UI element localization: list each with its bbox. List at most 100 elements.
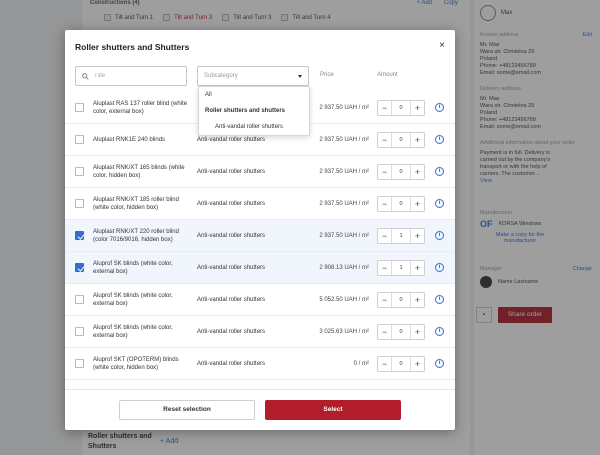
minus-icon[interactable]: − xyxy=(378,101,391,115)
product-row[interactable]: Aluplast RNK/XT 220 roller blind (color … xyxy=(65,220,455,252)
search-icon xyxy=(82,72,89,80)
title-search-field[interactable] xyxy=(75,66,187,86)
chevron-down-icon xyxy=(298,75,302,78)
info-icon[interactable]: i xyxy=(435,327,444,336)
quantity-stepper[interactable]: −0 + xyxy=(377,324,425,340)
plus-icon[interactable]: + xyxy=(411,101,424,115)
product-name: Aluprof SK blinds (white color, external… xyxy=(93,261,173,275)
product-name: Aluplast RNK/XT 185 roller blind (white … xyxy=(93,197,179,211)
dropdown-option[interactable]: Anti-vandal roller shutters xyxy=(199,119,309,135)
quantity-stepper[interactable]: −0 + xyxy=(377,356,425,372)
info-icon[interactable]: i xyxy=(435,103,444,112)
product-name: Aluprof SKT (OPOTERM) blinds (white colo… xyxy=(93,357,179,371)
product-price: 2 937.50 UAH / m² xyxy=(319,201,369,207)
quantity-stepper[interactable]: −0 + xyxy=(377,132,425,148)
product-list: Aluplast RAS 137 roller blind (white col… xyxy=(65,92,455,389)
quantity-stepper[interactable]: −0 + xyxy=(377,292,425,308)
quantity-value[interactable]: 0 xyxy=(391,357,411,371)
price-column-header: Price xyxy=(320,72,334,78)
quantity-value[interactable]: 0 xyxy=(391,293,411,307)
reset-selection-button[interactable]: Reset selection xyxy=(119,400,255,420)
plus-icon[interactable]: + xyxy=(411,165,424,179)
row-checkbox[interactable] xyxy=(75,231,84,240)
product-name: Aluplast RNK/XT 165 blinds (white color,… xyxy=(93,165,185,179)
product-price: 2 937.50 UAH / m² xyxy=(319,233,369,239)
quantity-value[interactable]: 0 xyxy=(391,165,411,179)
product-row[interactable]: Aluprof SK blinds (white color, external… xyxy=(65,284,455,316)
product-row[interactable]: Aluplast RNK/XT 185 roller blind (white … xyxy=(65,188,455,220)
row-checkbox[interactable] xyxy=(75,135,84,144)
product-row[interactable]: Aluprof SK blinds (white color, external… xyxy=(65,316,455,348)
product-row[interactable]: Aluprof SK blinds (white color, external… xyxy=(65,252,455,284)
info-icon[interactable]: i xyxy=(435,231,444,240)
product-price: 2 937.50 UAH / m² xyxy=(319,105,369,111)
minus-icon[interactable]: − xyxy=(378,133,391,147)
row-checkbox[interactable] xyxy=(75,359,84,368)
title-search-input[interactable] xyxy=(94,73,184,79)
minus-icon[interactable]: − xyxy=(378,261,391,275)
plus-icon[interactable]: + xyxy=(411,133,424,147)
product-price: 2 937.50 UAH / m² xyxy=(319,169,369,175)
product-name: Aluplast RNK1E 240 blinds xyxy=(93,137,166,143)
roller-shutters-modal: Roller shutters and Shutters × Subcatego… xyxy=(65,30,455,430)
product-name: Aluplast RNK/XT 220 roller blind (color … xyxy=(93,229,179,243)
minus-icon[interactable]: − xyxy=(378,325,391,339)
product-row[interactable]: Aluprof SKT (OPOTERM) blinds (white colo… xyxy=(65,348,455,380)
product-category: Anti-vandal roller shutters xyxy=(197,201,266,207)
minus-icon[interactable]: − xyxy=(378,165,391,179)
minus-icon[interactable]: − xyxy=(378,197,391,211)
quantity-stepper[interactable]: −1 + xyxy=(377,260,425,276)
info-icon[interactable]: i xyxy=(435,295,444,304)
plus-icon[interactable]: + xyxy=(411,197,424,211)
product-category: Anti-vandal roller shutters xyxy=(197,297,266,303)
plus-icon[interactable]: + xyxy=(411,293,424,307)
quantity-value[interactable]: 1 xyxy=(391,229,411,243)
minus-icon[interactable]: − xyxy=(378,293,391,307)
product-row[interactable]: Aluplast RNK/XT 165 blinds (white color,… xyxy=(65,156,455,188)
plus-icon[interactable]: + xyxy=(411,325,424,339)
plus-icon[interactable]: + xyxy=(411,357,424,371)
minus-icon[interactable]: − xyxy=(378,357,391,371)
minus-icon[interactable]: − xyxy=(378,229,391,243)
info-icon[interactable]: i xyxy=(435,199,444,208)
row-checkbox[interactable] xyxy=(75,103,84,112)
product-name: Aluplast RAS 137 roller blind (white col… xyxy=(93,101,188,115)
quantity-stepper[interactable]: −1 + xyxy=(377,228,425,244)
info-icon[interactable]: i xyxy=(435,167,444,176)
dropdown-option[interactable]: All xyxy=(199,87,309,103)
product-price: 0 / m² xyxy=(353,361,369,367)
dropdown-option[interactable]: Roller shutters and shutters xyxy=(199,103,309,119)
row-checkbox[interactable] xyxy=(75,327,84,336)
info-icon[interactable]: i xyxy=(435,135,444,144)
quantity-stepper[interactable]: −0 + xyxy=(377,196,425,212)
product-category: Anti-vandal roller shutters xyxy=(197,265,266,271)
quantity-stepper[interactable]: −0 + xyxy=(377,164,425,180)
info-icon[interactable]: i xyxy=(435,263,444,272)
modal-title: Roller shutters and Shutters xyxy=(75,42,190,52)
row-checkbox[interactable] xyxy=(75,199,84,208)
quantity-value[interactable]: 0 xyxy=(391,197,411,211)
subcategory-placeholder: Subcategory xyxy=(204,73,238,79)
product-category: Anti-vandal roller shutters xyxy=(197,169,266,175)
info-icon[interactable]: i xyxy=(435,359,444,368)
quantity-value[interactable]: 0 xyxy=(391,101,411,115)
product-category: Anti-vandal roller shutters xyxy=(197,361,266,367)
product-price: 3 025.63 UAH / m² xyxy=(319,329,369,335)
plus-icon[interactable]: + xyxy=(411,229,424,243)
product-price: 5 052.50 UAH / m² xyxy=(319,297,369,303)
amount-column-header: Amount xyxy=(377,72,398,78)
quantity-value[interactable]: 0 xyxy=(391,133,411,147)
row-checkbox[interactable] xyxy=(75,167,84,176)
row-checkbox[interactable] xyxy=(75,263,84,272)
plus-icon[interactable]: + xyxy=(411,261,424,275)
product-name: Aluprof SK blinds (white color, external… xyxy=(93,325,173,339)
select-button[interactable]: Select xyxy=(265,400,401,420)
product-name: Aluprof SK blinds (white color, external… xyxy=(93,293,173,307)
quantity-value[interactable]: 0 xyxy=(391,325,411,339)
subcategory-dropdown: All Roller shutters and shutters Anti-va… xyxy=(198,86,310,136)
quantity-stepper[interactable]: −0 + xyxy=(377,100,425,116)
close-icon[interactable]: × xyxy=(439,40,445,51)
row-checkbox[interactable] xyxy=(75,295,84,304)
quantity-value[interactable]: 1 xyxy=(391,261,411,275)
subcategory-select[interactable]: Subcategory xyxy=(197,66,309,86)
